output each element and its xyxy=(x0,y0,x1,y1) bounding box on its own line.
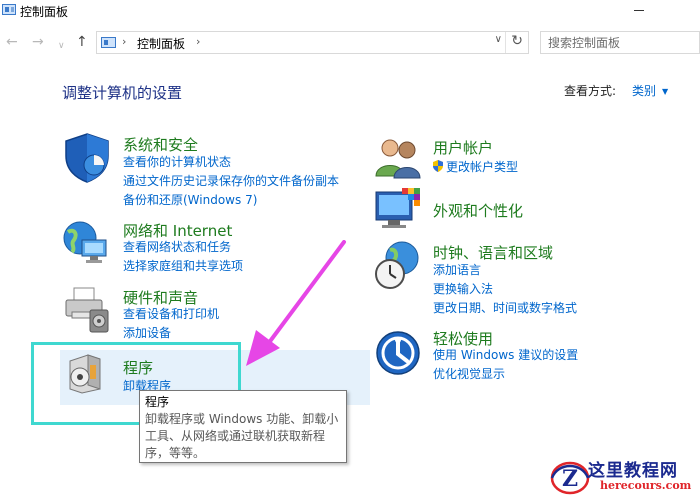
recent-dropdown-icon[interactable]: ∨ xyxy=(58,37,65,55)
breadcrumb-chevron-icon[interactable]: › xyxy=(122,35,126,48)
link-change-account-type[interactable]: 更改帐户类型 xyxy=(433,160,518,174)
category-hardware-sound[interactable]: 硬件和声音 xyxy=(123,287,198,308)
view-by-label: 查看方式: xyxy=(564,84,617,98)
network-globe-icon[interactable] xyxy=(62,218,112,268)
category-system-security[interactable]: 系统和安全 xyxy=(123,134,198,155)
category-clock-region[interactable]: 时钟、语言和区域 xyxy=(433,242,553,263)
link-network-status[interactable]: 查看网络状态和任务 xyxy=(123,240,231,254)
watermark-logo-icon: Z xyxy=(550,461,590,495)
refresh-icon[interactable]: ↻ xyxy=(511,33,523,49)
shield-icon[interactable] xyxy=(62,132,112,184)
chevron-down-icon: ▼ xyxy=(662,87,669,96)
link-optimize-visual-display[interactable]: 优化视觉显示 xyxy=(433,367,505,381)
watermark: Z 这里教程网 herecours.com xyxy=(548,456,700,498)
link-add-device[interactable]: 添加设备 xyxy=(123,326,171,340)
clock-globe-icon[interactable] xyxy=(374,240,424,292)
minimize-button[interactable] xyxy=(630,0,650,20)
tooltip-line: 工具、从网络或通过联机获取新程 xyxy=(145,429,326,443)
category-appearance[interactable]: 外观和个性化 xyxy=(433,200,523,221)
link-recommended-settings[interactable]: 使用 Windows 建议的设置 xyxy=(433,348,578,362)
watermark-url: herecours.com xyxy=(600,479,692,492)
annotation-arrow-icon xyxy=(246,240,346,366)
address-bar[interactable]: › 控制面板 › ∨ ↻ xyxy=(96,31,529,54)
link-view-computer-status[interactable]: 查看你的计算机状态 xyxy=(123,155,231,169)
category-user-accounts[interactable]: 用户帐户 xyxy=(433,137,493,158)
printer-icon[interactable] xyxy=(62,286,112,334)
up-arrow-icon[interactable]: ↑ xyxy=(76,33,88,51)
search-box[interactable] xyxy=(540,31,700,54)
category-network[interactable]: 网络和 Internet xyxy=(123,220,232,241)
ease-of-access-icon[interactable] xyxy=(375,330,421,376)
link-add-language[interactable]: 添加语言 xyxy=(433,263,481,277)
app-icon xyxy=(2,4,16,15)
tooltip-title: 程序 xyxy=(145,395,170,409)
view-by-select[interactable]: 类别 ▼ xyxy=(632,82,668,99)
link-homegroup-sharing[interactable]: 选择家庭组和共享选项 xyxy=(123,259,243,273)
chevron-down-icon[interactable]: ∨ xyxy=(495,34,502,45)
watermark-title: 这里教程网 xyxy=(588,461,678,481)
control-panel-icon xyxy=(101,37,116,48)
link-backup-restore[interactable]: 备份和还原(Windows 7) xyxy=(123,193,257,207)
divider xyxy=(505,32,506,53)
view-by-value: 类别 xyxy=(632,84,657,98)
link-file-history-backup[interactable]: 通过文件历史记录保存你的文件备份副本 xyxy=(123,174,339,188)
watermark-logo-letter: Z xyxy=(562,466,578,492)
category-ease-of-access[interactable]: 轻松使用 xyxy=(433,328,493,349)
forward-arrow-icon[interactable]: → xyxy=(32,33,44,51)
search-input[interactable] xyxy=(541,32,691,53)
uac-shield-icon xyxy=(433,160,443,172)
title-bar: 控制面板 xyxy=(0,0,700,26)
back-arrow-icon[interactable]: ← xyxy=(6,33,18,51)
window-title: 控制面板 xyxy=(20,5,69,19)
display-palette-icon[interactable] xyxy=(374,186,426,232)
page-title: 调整计算机的设置 xyxy=(62,84,183,102)
breadcrumb-chevron-icon[interactable]: › xyxy=(196,35,200,48)
users-icon[interactable] xyxy=(374,136,424,180)
link-change-input-method[interactable]: 更换输入法 xyxy=(433,282,493,296)
link-change-date-time-format[interactable]: 更改日期、时间或数字格式 xyxy=(433,301,577,315)
breadcrumb-control-panel[interactable]: 控制面板 xyxy=(137,35,185,52)
link-devices-printers[interactable]: 查看设备和打印机 xyxy=(123,307,219,321)
link-change-account-type-label: 更改帐户类型 xyxy=(446,160,519,174)
tooltip-line: 卸载程序或 Windows 功能、卸载小 xyxy=(145,412,339,426)
tooltip: 程序 卸载程序或 Windows 功能、卸载小 工具、从网络或通过联机获取新程 … xyxy=(139,390,347,463)
tooltip-line: 序，等等。 xyxy=(145,446,206,460)
